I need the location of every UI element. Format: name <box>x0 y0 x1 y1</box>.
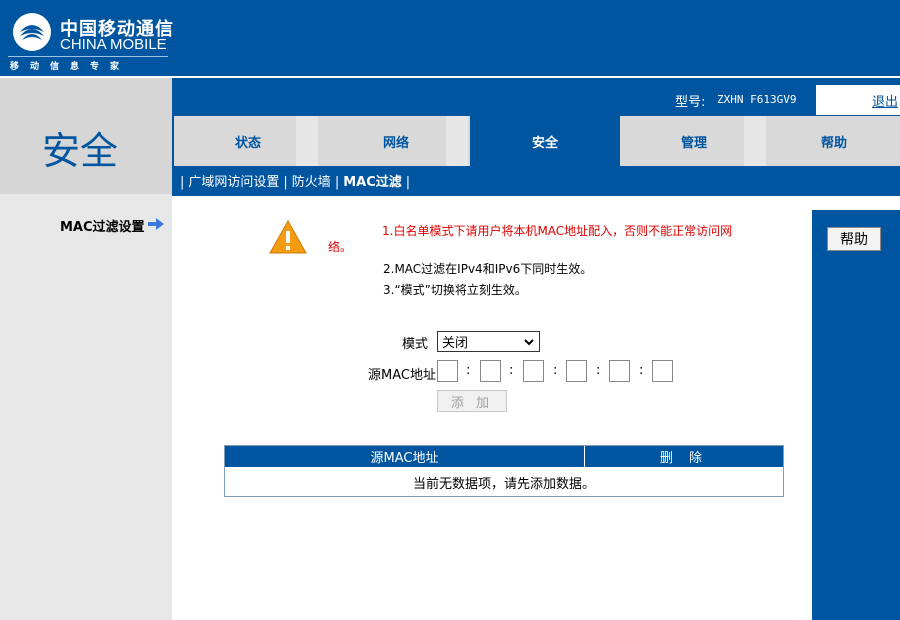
slogan-char: 家 <box>110 62 120 72</box>
slogan-char: 专 <box>90 62 100 72</box>
note-whitelist: 1.白名单模式下请用户将本机MAC地址配入，否则不能正常访问网 <box>382 224 733 238</box>
mode-label: 模式 <box>402 337 429 352</box>
mode-select[interactable]: 关闭 <box>437 331 540 352</box>
mac-separator: : <box>596 363 601 378</box>
subnav-separator: | <box>405 175 411 190</box>
subnav-separator: | <box>334 175 340 190</box>
logo-english-text: CHINA MOBILE <box>60 36 167 53</box>
mac-filter-table: 源MAC地址 删 除 当前无数据项，请先添加数据。 <box>224 445 784 497</box>
mac-separator: : <box>509 363 514 378</box>
mac-separator: : <box>466 363 471 378</box>
note-ipv4-ipv6: 2.MAC过滤在IPv4和IPv6下同时生效。 <box>383 262 593 276</box>
china-mobile-logo: 中国移动通信 CHINA MOBILE 移动信息专家 <box>8 8 173 72</box>
subnav-separator: | <box>180 175 185 190</box>
model-label: 型号: <box>675 95 706 110</box>
source-mac-label: 源MAC地址 <box>368 368 436 383</box>
mode-select-value: 关闭 <box>442 336 469 351</box>
subnav-item-mac-filter[interactable]: MAC过滤 <box>343 175 402 190</box>
warning-icon <box>269 219 307 254</box>
tab-divider <box>744 116 766 166</box>
subnav-separator: | <box>283 175 288 190</box>
tab-help[interactable]: 帮助 <box>768 116 900 166</box>
sidebar-item-mac-filter[interactable]: MAC过滤设置 <box>60 216 145 235</box>
logout-link[interactable]: 退出 <box>872 91 898 110</box>
table-empty-message: 当前无数据项，请先添加数据。 <box>412 476 595 492</box>
arrow-right-icon <box>148 218 164 230</box>
subnav-item-wan-access[interactable]: 广域网访问设置 <box>188 175 279 190</box>
add-button[interactable]: 添 加 <box>437 390 507 412</box>
mac-octet-input-4[interactable] <box>566 360 587 382</box>
mac-octet-input-6[interactable] <box>652 360 673 382</box>
mac-separator: : <box>639 363 644 378</box>
sub-navigation: | 广域网访问设置 | 防火墙 | MAC过滤 | <box>176 171 414 190</box>
chevron-down-icon <box>524 339 534 346</box>
mac-octet-input-2[interactable] <box>480 360 501 382</box>
slogan-char: 动 <box>30 62 40 72</box>
logo-divider <box>8 56 168 57</box>
header-banner: 中国移动通信 CHINA MOBILE 移动信息专家 <box>0 0 900 76</box>
model-value: ZXHN F613GV9 <box>717 93 797 106</box>
slogan-char: 信 <box>50 62 60 72</box>
china-mobile-logo-icon <box>13 13 51 51</box>
note-whitelist-continued: 络。 <box>328 240 353 254</box>
subnav-item-firewall[interactable]: 防火墙 <box>292 175 331 190</box>
mac-separator: : <box>553 363 558 378</box>
note-mode-switch: 3.“模式”切换将立刻生效。 <box>383 283 527 297</box>
column-header-delete: 删 除 <box>659 451 709 466</box>
tab-divider <box>446 116 468 166</box>
logo-slogan: 移动信息专家 <box>10 59 130 72</box>
mac-octet-input-3[interactable] <box>523 360 544 382</box>
slogan-char: 息 <box>70 62 80 72</box>
mac-octet-input-1[interactable] <box>437 360 458 382</box>
help-button[interactable]: 帮助 <box>827 227 881 251</box>
right-help-panel <box>812 210 900 620</box>
tab-divider <box>296 116 318 166</box>
page-title: 安全 <box>41 129 118 173</box>
tab-security[interactable]: 安全 <box>470 116 620 166</box>
table-header: 源MAC地址 删 除 <box>225 446 783 467</box>
slogan-char: 移 <box>10 62 20 72</box>
mac-octet-input-5[interactable] <box>609 360 630 382</box>
column-header-source-mac: 源MAC地址 <box>225 446 585 467</box>
